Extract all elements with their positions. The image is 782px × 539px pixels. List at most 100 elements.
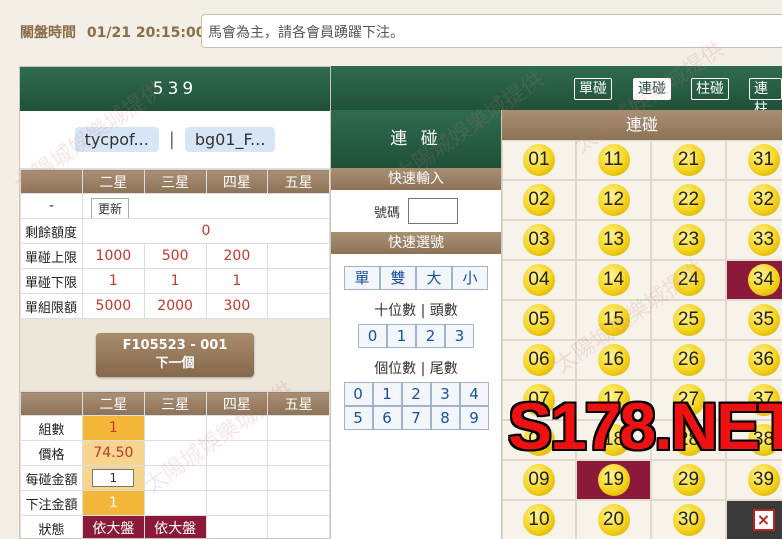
next-button[interactable]: F105523 - 001 下一個 [96,332,254,377]
number-input[interactable] [408,198,458,224]
number-cell[interactable]: 10 [502,500,576,539]
number-board-title: 連碰 [502,110,782,140]
units-button[interactable]: 5 [343,406,373,430]
limit-value [267,268,330,294]
even-button[interactable]: 雙 [380,266,416,290]
units-button[interactable]: 9 [459,406,489,430]
clear-cell[interactable]: × [726,500,782,539]
account-tag[interactable]: tycpof... [74,127,159,152]
number-ball: 16 [597,344,630,376]
number-cell[interactable]: 13 [576,220,651,260]
number-ball: 09 [523,464,555,496]
number-cell[interactable]: 31 [726,140,782,180]
tens-button[interactable]: 1 [387,324,416,348]
number-ball: 25 [672,304,705,336]
status-badge: 依大盤 [82,515,145,538]
mode-tab[interactable]: 單碰 [574,78,612,100]
big-button[interactable]: 大 [416,266,452,290]
units-button[interactable]: 2 [401,382,431,406]
odd-button[interactable]: 單 [344,266,380,290]
tens-button[interactable]: 3 [445,324,474,348]
number-cell[interactable]: 04 [502,260,576,300]
update-button[interactable]: 更新 [91,197,130,218]
number-ball: 32 [747,184,780,216]
limits-table: 二星 三星 四星 五星 - 更新 剩餘額度 0 單碰上限 1000 500 20… [20,169,330,319]
units-button[interactable]: 0 [343,382,373,406]
tens-buttons: 0 1 2 3 [331,324,501,348]
account-bar: tycpof... | bg01_F... [20,111,330,169]
number-cell[interactable]: 36 [726,340,782,380]
row-label: 單碰下限 [20,268,83,294]
amount-input[interactable]: 1 [92,469,135,487]
number-cell[interactable]: 34 [726,260,782,300]
number-cell[interactable]: 05 [502,300,576,340]
number-ball: 36 [747,344,780,376]
left-panel: 539 tycpof... | bg01_F... 二星 三星 四星 五星 - … [19,66,331,539]
number-cell[interactable]: 30 [651,500,726,539]
number-ball: 22 [672,184,705,216]
price-value: 74.50 [82,440,145,466]
number-cell[interactable]: 15 [576,300,651,340]
close-time-value: 01/21 20:15:00 [86,25,206,41]
number-cell[interactable]: 29 [651,460,726,500]
col-header: 二星 [82,169,145,194]
tens-label: 十位數 | 頭數 [374,303,458,319]
next-label: 下一個 [155,355,195,371]
number-ball: 05 [523,304,555,336]
units-button[interactable]: 1 [372,382,402,406]
units-button[interactable]: 3 [430,382,460,406]
number-cell[interactable]: 32 [726,180,782,220]
number-cell[interactable]: 01 [502,140,576,180]
number-cell[interactable]: 03 [502,220,576,260]
units-buttons-row2: 5 6 7 8 9 [331,406,501,430]
status-badge: 依大盤 [143,515,207,538]
tens-button[interactable]: 0 [358,324,387,348]
mode-tab-active[interactable]: 連碰 [633,78,671,100]
number-cell[interactable]: 33 [726,220,782,260]
number-cell[interactable]: 12 [576,180,651,220]
number-cell[interactable]: 19 [576,460,651,500]
number-cell[interactable]: 21 [651,140,726,180]
units-button[interactable]: 8 [430,406,460,430]
number-cell[interactable]: 20 [576,500,651,539]
limit-value: 1 [82,268,145,294]
number-ball: 31 [747,144,780,176]
site-stamp: S178.NET [508,389,782,463]
number-cell[interactable]: 24 [651,260,726,300]
mode-tab[interactable]: 連柱 [749,78,782,117]
number-cell[interactable]: 35 [726,300,782,340]
number-ball: 04 [523,264,555,296]
units-button[interactable]: 7 [401,406,431,430]
small-button[interactable]: 小 [452,266,488,290]
close-icon[interactable]: × [752,509,775,531]
number-cell[interactable]: 39 [726,460,782,500]
number-cell[interactable]: 22 [651,180,726,220]
bet-table: 二星 三星 四星 五星 組數 1 價格 74.50 每碰金額 1 下注金額 1 [20,391,330,538]
close-time: 關盤時間 01/21 20:15:00 [20,22,205,42]
number-cell[interactable]: 14 [576,260,651,300]
tens-button[interactable]: 2 [416,324,445,348]
units-button[interactable]: 4 [459,382,489,406]
account-tag[interactable]: bg01_F... [184,127,276,152]
number-cell[interactable]: 26 [651,340,726,380]
number-cell[interactable]: 09 [502,460,576,500]
units-button[interactable]: 6 [372,406,402,430]
number-ball: 26 [672,344,705,376]
number-cell[interactable]: 23 [651,220,726,260]
number-ball: 03 [523,224,555,256]
number-cell[interactable]: 06 [502,340,576,380]
number-cell[interactable]: 25 [651,300,726,340]
number-cell[interactable]: 11 [576,140,651,180]
limit-value: 500 [143,243,207,269]
number-ball: 01 [523,144,555,176]
limit-value: 5000 [82,293,145,319]
number-cell[interactable]: 16 [576,340,651,380]
limit-value [267,293,330,319]
row-label: 單組限額 [20,293,83,319]
mode-tab[interactable]: 柱碰 [691,78,729,100]
number-ball: 11 [597,144,630,176]
number-cell[interactable]: 02 [502,180,576,220]
number-ball: 20 [597,504,630,536]
col-header: 五星 [267,391,330,416]
number-input-row: 號碼 [331,190,501,232]
